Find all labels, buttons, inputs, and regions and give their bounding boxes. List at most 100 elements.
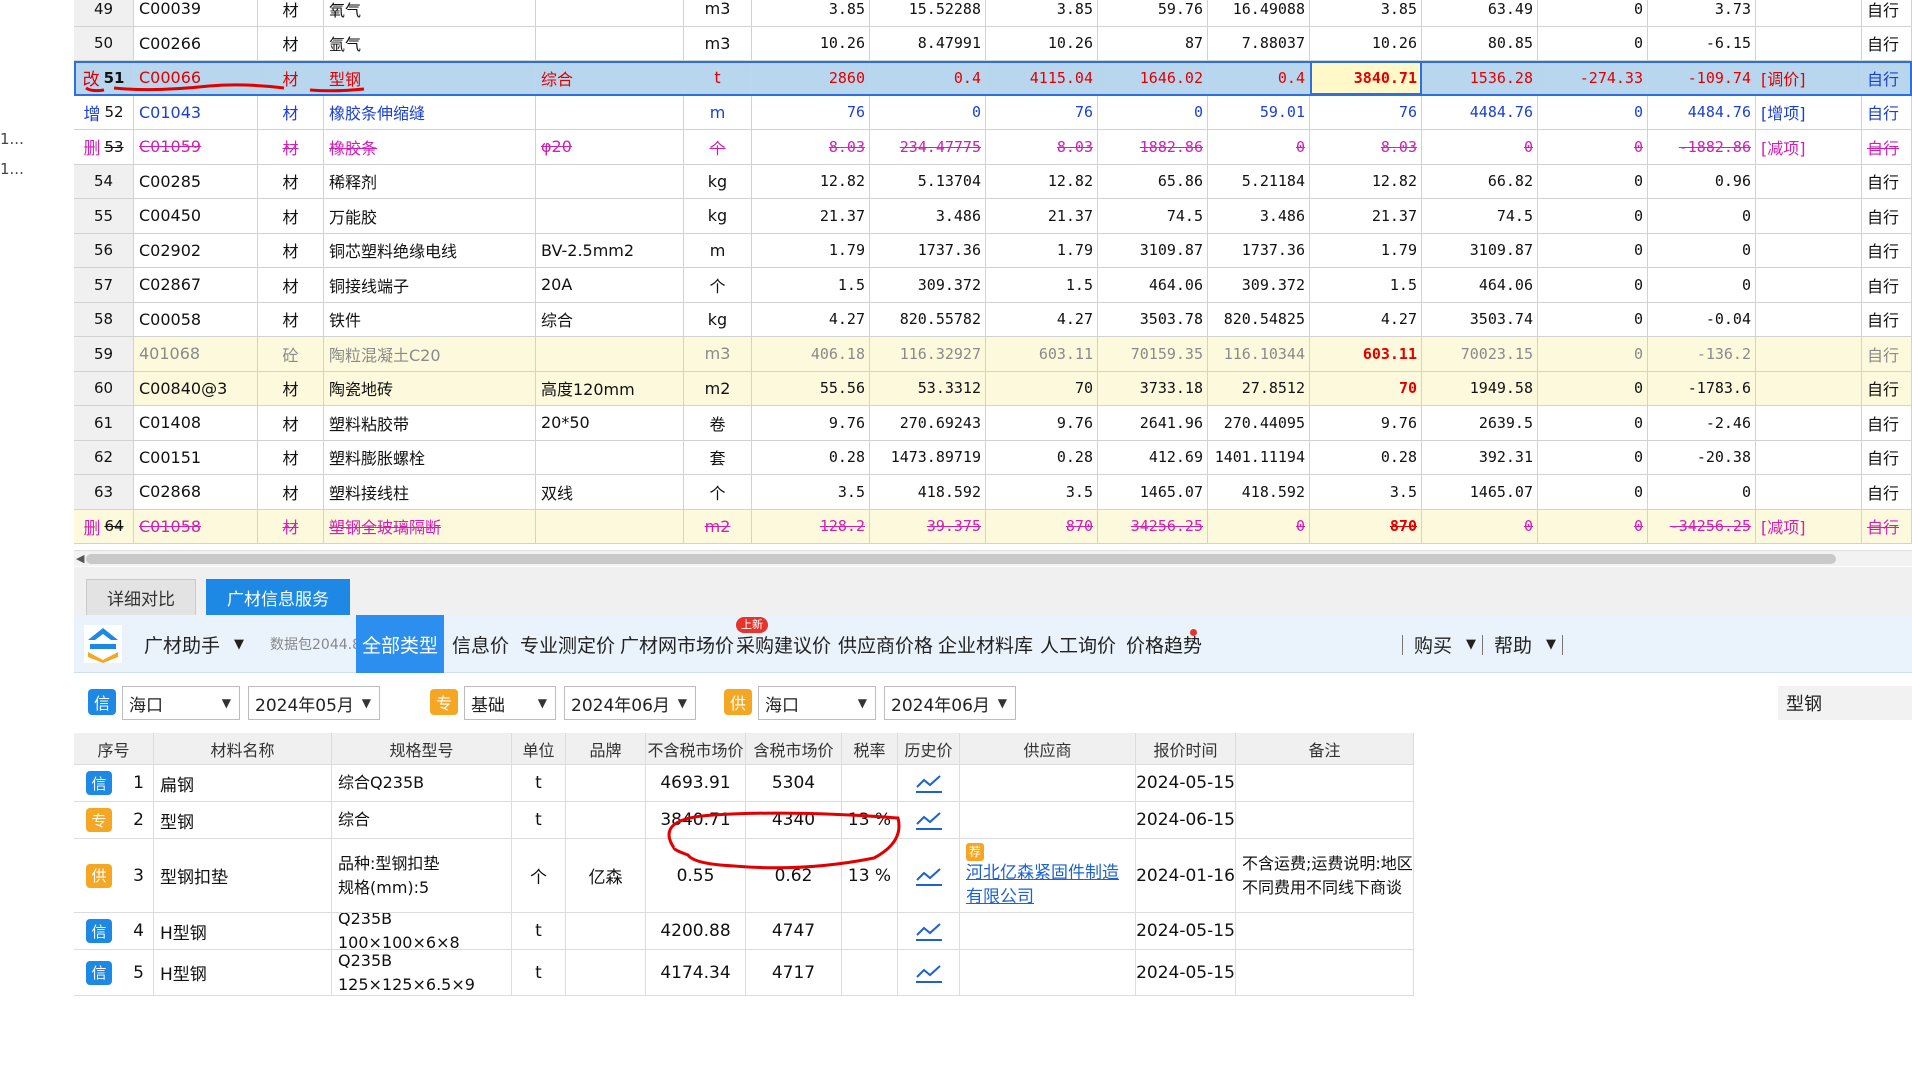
grid-cell-spec[interactable]: 双线	[536, 475, 684, 509]
supplier-cell[interactable]	[960, 802, 1136, 838]
horizontal-scrollbar[interactable]: ◀	[74, 550, 1912, 566]
grid-cell-type[interactable]: 砼	[258, 337, 324, 371]
grid-cell-v9[interactable]: 0	[1648, 268, 1756, 302]
grid-cell-v8[interactable]: 0	[1538, 26, 1648, 60]
header-cell[interactable]: 备注	[1236, 733, 1414, 764]
grid-cell-seq[interactable]: 57	[74, 268, 134, 302]
grid-cell-v2[interactable]: 116.32927	[870, 337, 986, 371]
table-row[interactable]: 专 2 型钢 综合 t 3840.71 4340 13 % 2024-06-15	[74, 802, 1414, 839]
grid-cell-v6[interactable]: 8.03	[1310, 130, 1422, 164]
grid-cell-src[interactable]: 自行	[1862, 199, 1912, 233]
grid-cell-spec[interactable]: 综合	[536, 61, 684, 95]
grid-cell-code[interactable]: C01043	[134, 95, 258, 129]
grid-cell-v7[interactable]: 74.5	[1422, 199, 1538, 233]
grid-cell-tag[interactable]	[1756, 26, 1862, 60]
grid-row[interactable]: 62 C00151 材 塑料膨胀螺栓 套 0.28 1473.89719 0.28 412.69…	[74, 440, 1912, 475]
grid-cell-type[interactable]: 材	[258, 95, 324, 129]
grid-cell-v8[interactable]: 0	[1538, 371, 1648, 405]
grid-cell-v7[interactable]: 3503.74	[1422, 302, 1538, 336]
grid-cell-seq[interactable]: 增 52	[74, 95, 134, 129]
grid-cell-tag[interactable]	[1756, 199, 1862, 233]
grid-cell-tag[interactable]: [减项]	[1756, 130, 1862, 164]
grid-cell-v6[interactable]: 9.76	[1310, 406, 1422, 440]
grid-cell-v4[interactable]: 1882.86	[1098, 130, 1208, 164]
grid-cell-v4[interactable]: 34256.25	[1098, 509, 1208, 543]
grid-cell-v5[interactable]: 270.44095	[1208, 406, 1310, 440]
grid-cell-v9[interactable]: -6.15	[1648, 26, 1756, 60]
grid-cell-unit[interactable]: 套	[684, 440, 752, 474]
grid-cell-code[interactable]: C00058	[134, 302, 258, 336]
grid-cell-v5[interactable]: 27.8512	[1208, 371, 1310, 405]
grid-cell-type[interactable]: 材	[258, 233, 324, 267]
grid-cell-name[interactable]: 塑料接线柱	[324, 475, 536, 509]
grid-cell-code[interactable]: C02902	[134, 233, 258, 267]
history-price-cell[interactable]	[898, 802, 960, 838]
grid-cell-seq[interactable]: 54	[74, 164, 134, 198]
grid-cell-seq[interactable]: 62	[74, 440, 134, 474]
help-dropdown[interactable]: 帮助 ▼	[1494, 615, 1556, 673]
grid-cell-tag[interactable]	[1756, 371, 1862, 405]
grid-cell-v3[interactable]: 3.85	[986, 0, 1098, 26]
grid-cell-v3[interactable]: 1.5	[986, 268, 1098, 302]
grid-cell-v9[interactable]: -1783.6	[1648, 371, 1756, 405]
grid-cell-v6[interactable]: 1.79	[1310, 233, 1422, 267]
grid-cell-src[interactable]: 自行	[1862, 164, 1912, 198]
grid-cell-v4[interactable]: 59.76	[1098, 0, 1208, 26]
grid-cell-type[interactable]: 材	[258, 61, 324, 95]
grid-cell-v2[interactable]: 309.372	[870, 268, 986, 302]
grid-cell-v5[interactable]: 59.01	[1208, 95, 1310, 129]
buy-dropdown[interactable]: 购买 ▼	[1414, 615, 1476, 673]
pro-type-select[interactable]: 基础 ▼	[464, 686, 556, 720]
grid-cell-spec[interactable]: 20A	[536, 268, 684, 302]
grid-cell-v4[interactable]: 2641.96	[1098, 406, 1208, 440]
supplier-cell[interactable]	[960, 765, 1136, 801]
grid-cell-unit[interactable]: 个	[684, 475, 752, 509]
grid-cell-v7[interactable]: 70023.15	[1422, 337, 1538, 371]
grid-cell-name[interactable]: 塑料膨胀螺栓	[324, 440, 536, 474]
grid-cell-spec[interactable]	[536, 440, 684, 474]
grid-cell-type[interactable]: 材	[258, 302, 324, 336]
supplier-link[interactable]: 河北亿森紧固件制造有限公司	[966, 861, 1135, 909]
grid-cell-name[interactable]: 塑钢全玻璃隔断	[324, 509, 536, 543]
grid-cell-v7[interactable]: 80.85	[1422, 26, 1538, 60]
grid-cell-type[interactable]: 材	[258, 0, 324, 26]
price-incl-tax[interactable]: 5304	[746, 765, 842, 801]
info-date-select[interactable]: 2024年05月 ▼	[248, 686, 380, 720]
grid-cell-code[interactable]: C00450	[134, 199, 258, 233]
grid-cell-type[interactable]: 材	[258, 164, 324, 198]
grid-cell-spec[interactable]	[536, 26, 684, 60]
grid-cell-v6[interactable]: 4.27	[1310, 302, 1422, 336]
grid-cell-v3[interactable]: 21.37	[986, 199, 1098, 233]
grid-cell-name[interactable]: 铜接线端子	[324, 268, 536, 302]
grid-cell-name[interactable]: 橡胶条	[324, 130, 536, 164]
grid-cell-v8[interactable]: -274.33	[1538, 61, 1648, 95]
grid-cell-v8[interactable]: 0	[1538, 233, 1648, 267]
grid-cell-name[interactable]: 稀释剂	[324, 164, 536, 198]
history-price-cell[interactable]	[898, 765, 960, 801]
grid-cell-v8[interactable]: 0	[1538, 475, 1648, 509]
grid-cell-v5[interactable]: 1737.36	[1208, 233, 1310, 267]
grid-cell-name[interactable]: 陶粒混凝土C20	[324, 337, 536, 371]
header-cell[interactable]: 单位	[512, 733, 566, 764]
trend-chart-icon[interactable]	[914, 962, 944, 984]
grid-cell-v5[interactable]: 418.592	[1208, 475, 1310, 509]
grid-cell-v3[interactable]: 9.76	[986, 406, 1098, 440]
grid-cell-v6[interactable]: 10.26	[1310, 26, 1422, 60]
grid-cell-v2[interactable]: 53.3312	[870, 371, 986, 405]
header-cell[interactable]: 序号	[74, 733, 154, 764]
grid-cell-v6[interactable]: 12.82	[1310, 164, 1422, 198]
grid-cell-tag[interactable]: [调价]	[1756, 61, 1862, 95]
grid-cell-tag[interactable]	[1756, 0, 1862, 26]
grid-cell-v6[interactable]: 603.11	[1310, 337, 1422, 371]
grid-cell-unit[interactable]: kg	[684, 302, 752, 336]
grid-cell-v2[interactable]: 270.69243	[870, 406, 986, 440]
grid-cell-v2[interactable]: 8.47991	[870, 26, 986, 60]
grid-cell-v1[interactable]: 4.27	[752, 302, 870, 336]
trend-chart-icon[interactable]	[914, 772, 944, 794]
grid-cell-unit[interactable]: kg	[684, 199, 752, 233]
grid-cell-spec[interactable]: 综合	[536, 302, 684, 336]
grid-cell-v8[interactable]: 0	[1538, 302, 1648, 336]
scrollbar-thumb[interactable]	[86, 554, 1836, 564]
grid-cell-v5[interactable]: 3.486	[1208, 199, 1310, 233]
grid-cell-seq[interactable]: 50	[74, 26, 134, 60]
